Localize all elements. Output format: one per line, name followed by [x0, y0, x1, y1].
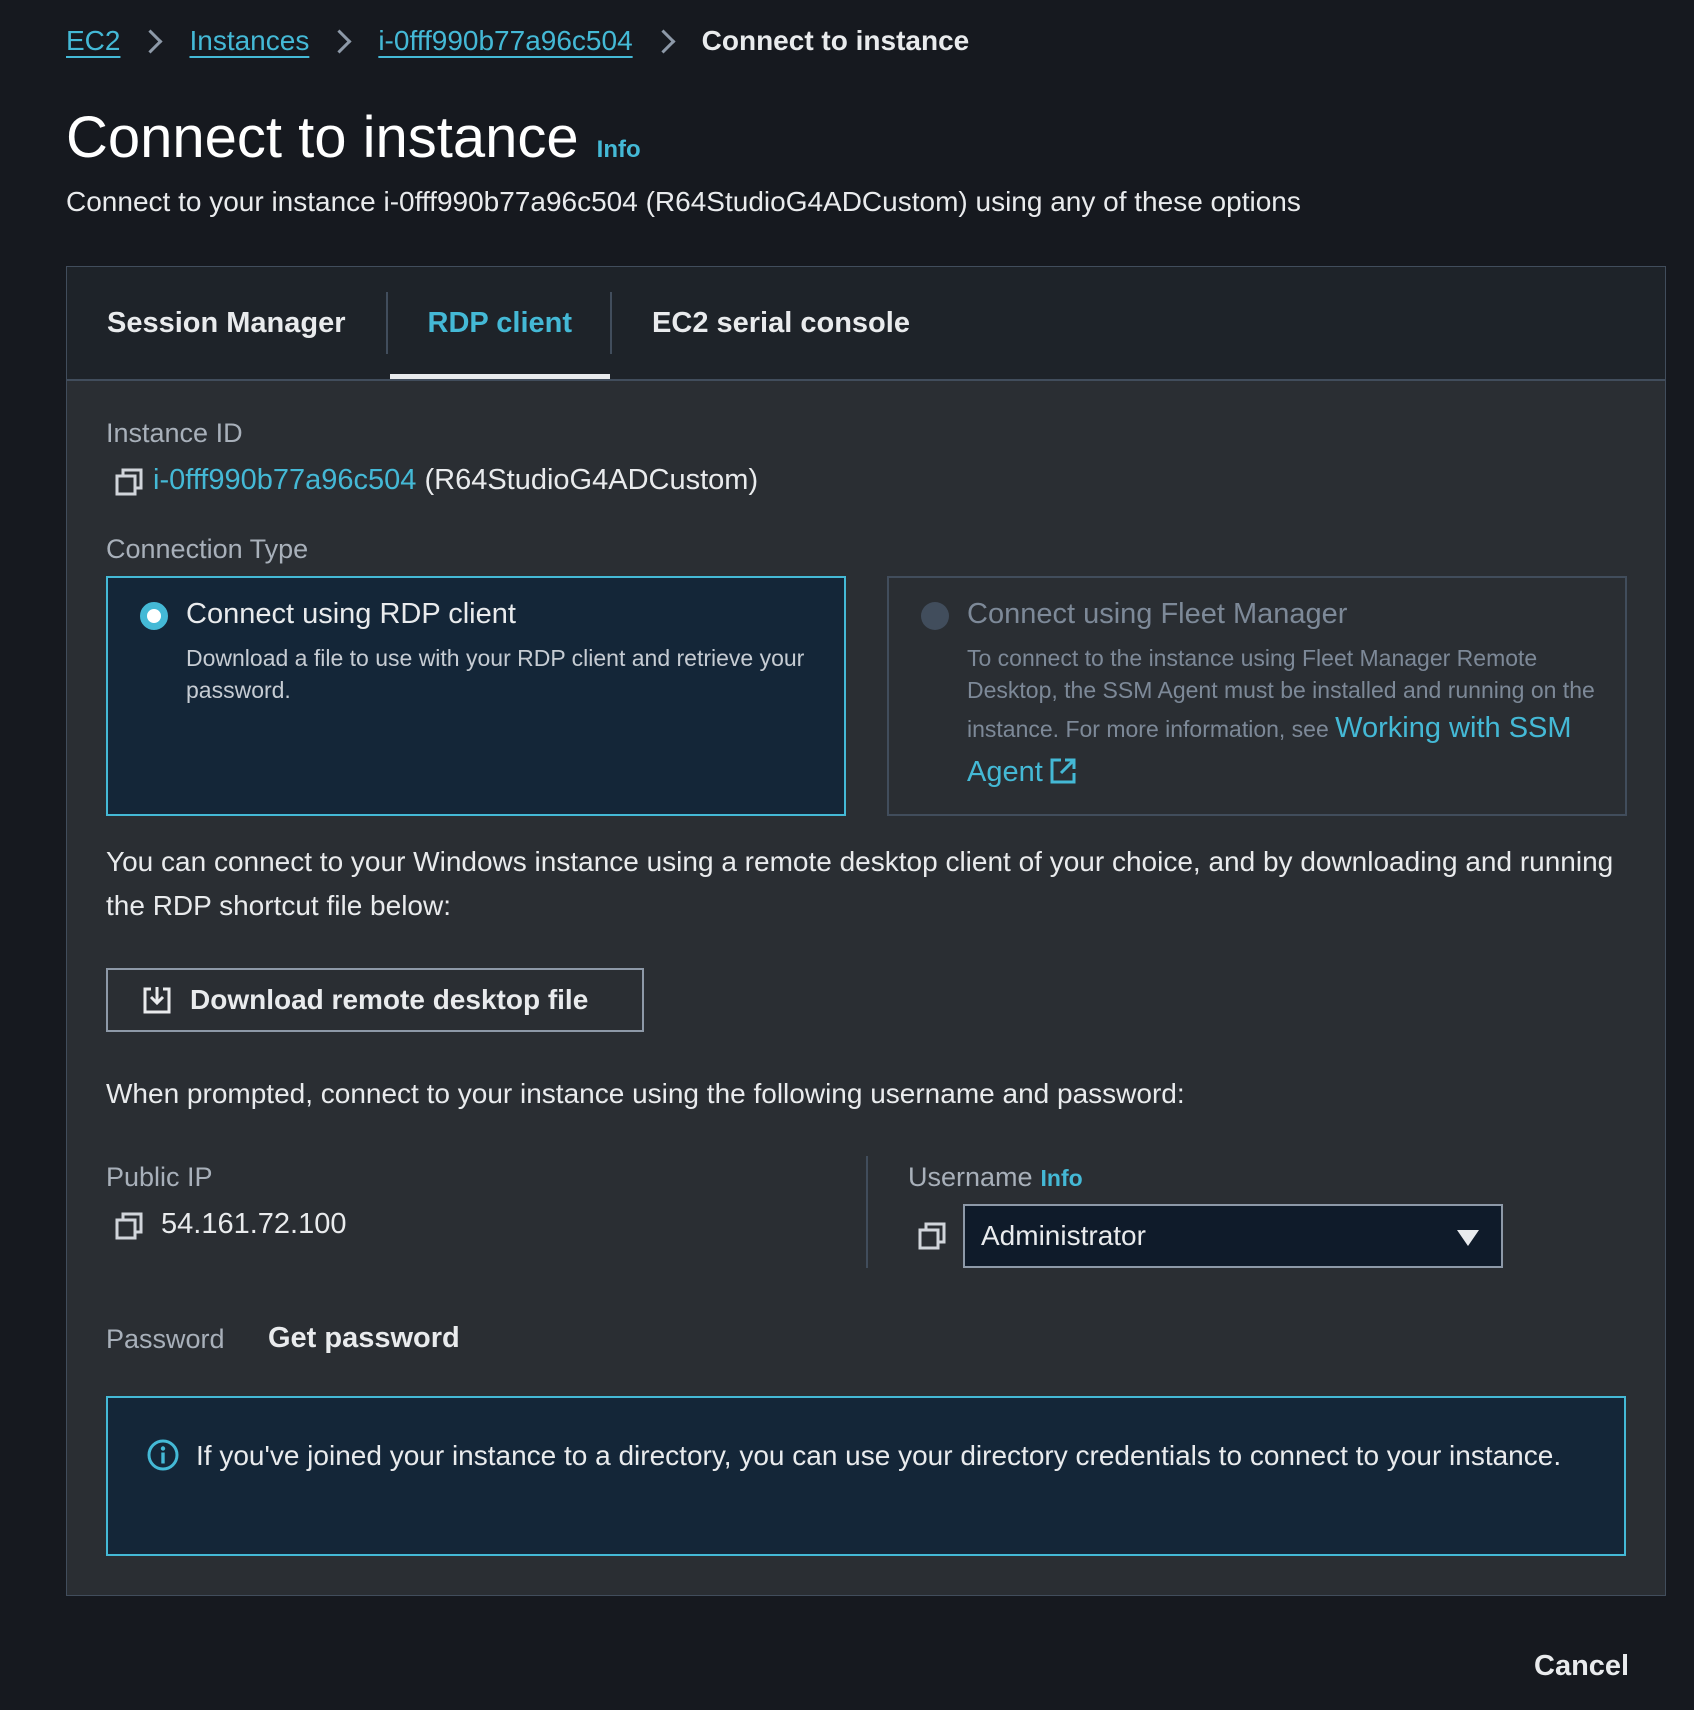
radio-button-selected[interactable]	[140, 602, 168, 630]
rdp-intro-text: You can connect to your Windows instance…	[106, 846, 1614, 921]
instance-id-label: Instance ID	[106, 418, 243, 448]
page-title: Connect to instance	[66, 105, 579, 170]
instance-id-link[interactable]: i-0fff990b77a96c504	[153, 464, 416, 496]
alert-text: If you've joined your instance to a dire…	[196, 1440, 1562, 1471]
chevron-right-icon	[651, 28, 676, 54]
username-label-row: Username Info	[908, 1162, 1083, 1193]
public-ip-value: 54.161.72.100	[161, 1208, 347, 1240]
title-info-link[interactable]: Info	[597, 136, 641, 164]
info-circle-icon	[147, 1439, 179, 1471]
radio-connect-fleet-manager: Connect using Fleet Manager To connect t…	[887, 576, 1627, 816]
page-description: Connect to your instance i-0fff990b77a96…	[66, 186, 1301, 217]
radio-button-disabled	[921, 602, 949, 630]
radio-title: Connect using Fleet Manager	[967, 598, 1348, 630]
page-title-row: Connect to instance Info	[66, 104, 641, 171]
breadcrumb-ec2-link[interactable]: EC2	[66, 25, 120, 57]
tab-ec2-serial-console[interactable]: EC2 serial console	[612, 292, 950, 354]
breadcrumb-instances-link[interactable]: Instances	[189, 25, 309, 57]
connection-type-label: Connection Type	[106, 534, 309, 564]
breadcrumb-current: Connect to instance	[701, 25, 970, 56]
download-button-label: Download remote desktop file	[190, 984, 589, 1015]
radio-connect-rdp-client[interactable]: Connect using RDP client Download a file…	[106, 576, 846, 816]
cancel-button[interactable]: Cancel	[1534, 1650, 1629, 1683]
username-select[interactable]: Administrator	[963, 1204, 1503, 1268]
username-label: Username	[908, 1162, 1033, 1192]
download-remote-desktop-file-button[interactable]: Download remote desktop file	[106, 968, 644, 1032]
radio-description: To connect to the instance using Fleet M…	[967, 642, 1597, 794]
caret-down-icon	[1457, 1230, 1479, 1246]
username-selected-value: Administrator	[981, 1220, 1146, 1251]
chevron-right-icon	[138, 28, 163, 54]
radio-description: Download a file to use with your RDP cli…	[186, 645, 805, 703]
external-link-icon	[1050, 758, 1076, 784]
instance-name: (R64StudioG4ADCustom)	[424, 464, 759, 496]
copy-icon[interactable]	[917, 1221, 947, 1251]
breadcrumb-instance-link[interactable]: i-0fff990b77a96c504	[378, 25, 632, 57]
radio-title: Connect using RDP client	[186, 598, 516, 630]
credentials-prompt: When prompted, connect to your instance …	[106, 1078, 1185, 1109]
info-alert: If you've joined your instance to a dire…	[106, 1396, 1626, 1556]
copy-icon[interactable]	[114, 1211, 144, 1241]
download-icon	[143, 987, 171, 1014]
username-info-link[interactable]: Info	[1041, 1165, 1083, 1192]
column-divider	[866, 1156, 868, 1268]
get-password-link[interactable]: Get password	[268, 1322, 460, 1355]
tab-session-manager[interactable]: Session Manager	[67, 292, 386, 354]
copy-icon[interactable]	[114, 467, 144, 497]
chevron-right-icon	[327, 28, 352, 54]
tab-bar: Session Manager RDP client EC2 serial co…	[67, 267, 1665, 381]
tab-rdp-client[interactable]: RDP client	[388, 292, 611, 379]
password-label: Password	[106, 1324, 225, 1354]
public-ip-label: Public IP	[106, 1162, 213, 1192]
breadcrumb: EC2 Instances i-0fff990b77a96c504 Connec…	[66, 20, 969, 62]
instance-id-value: i-0fff990b77a96c504 (R64StudioG4ADCustom…	[153, 464, 758, 497]
